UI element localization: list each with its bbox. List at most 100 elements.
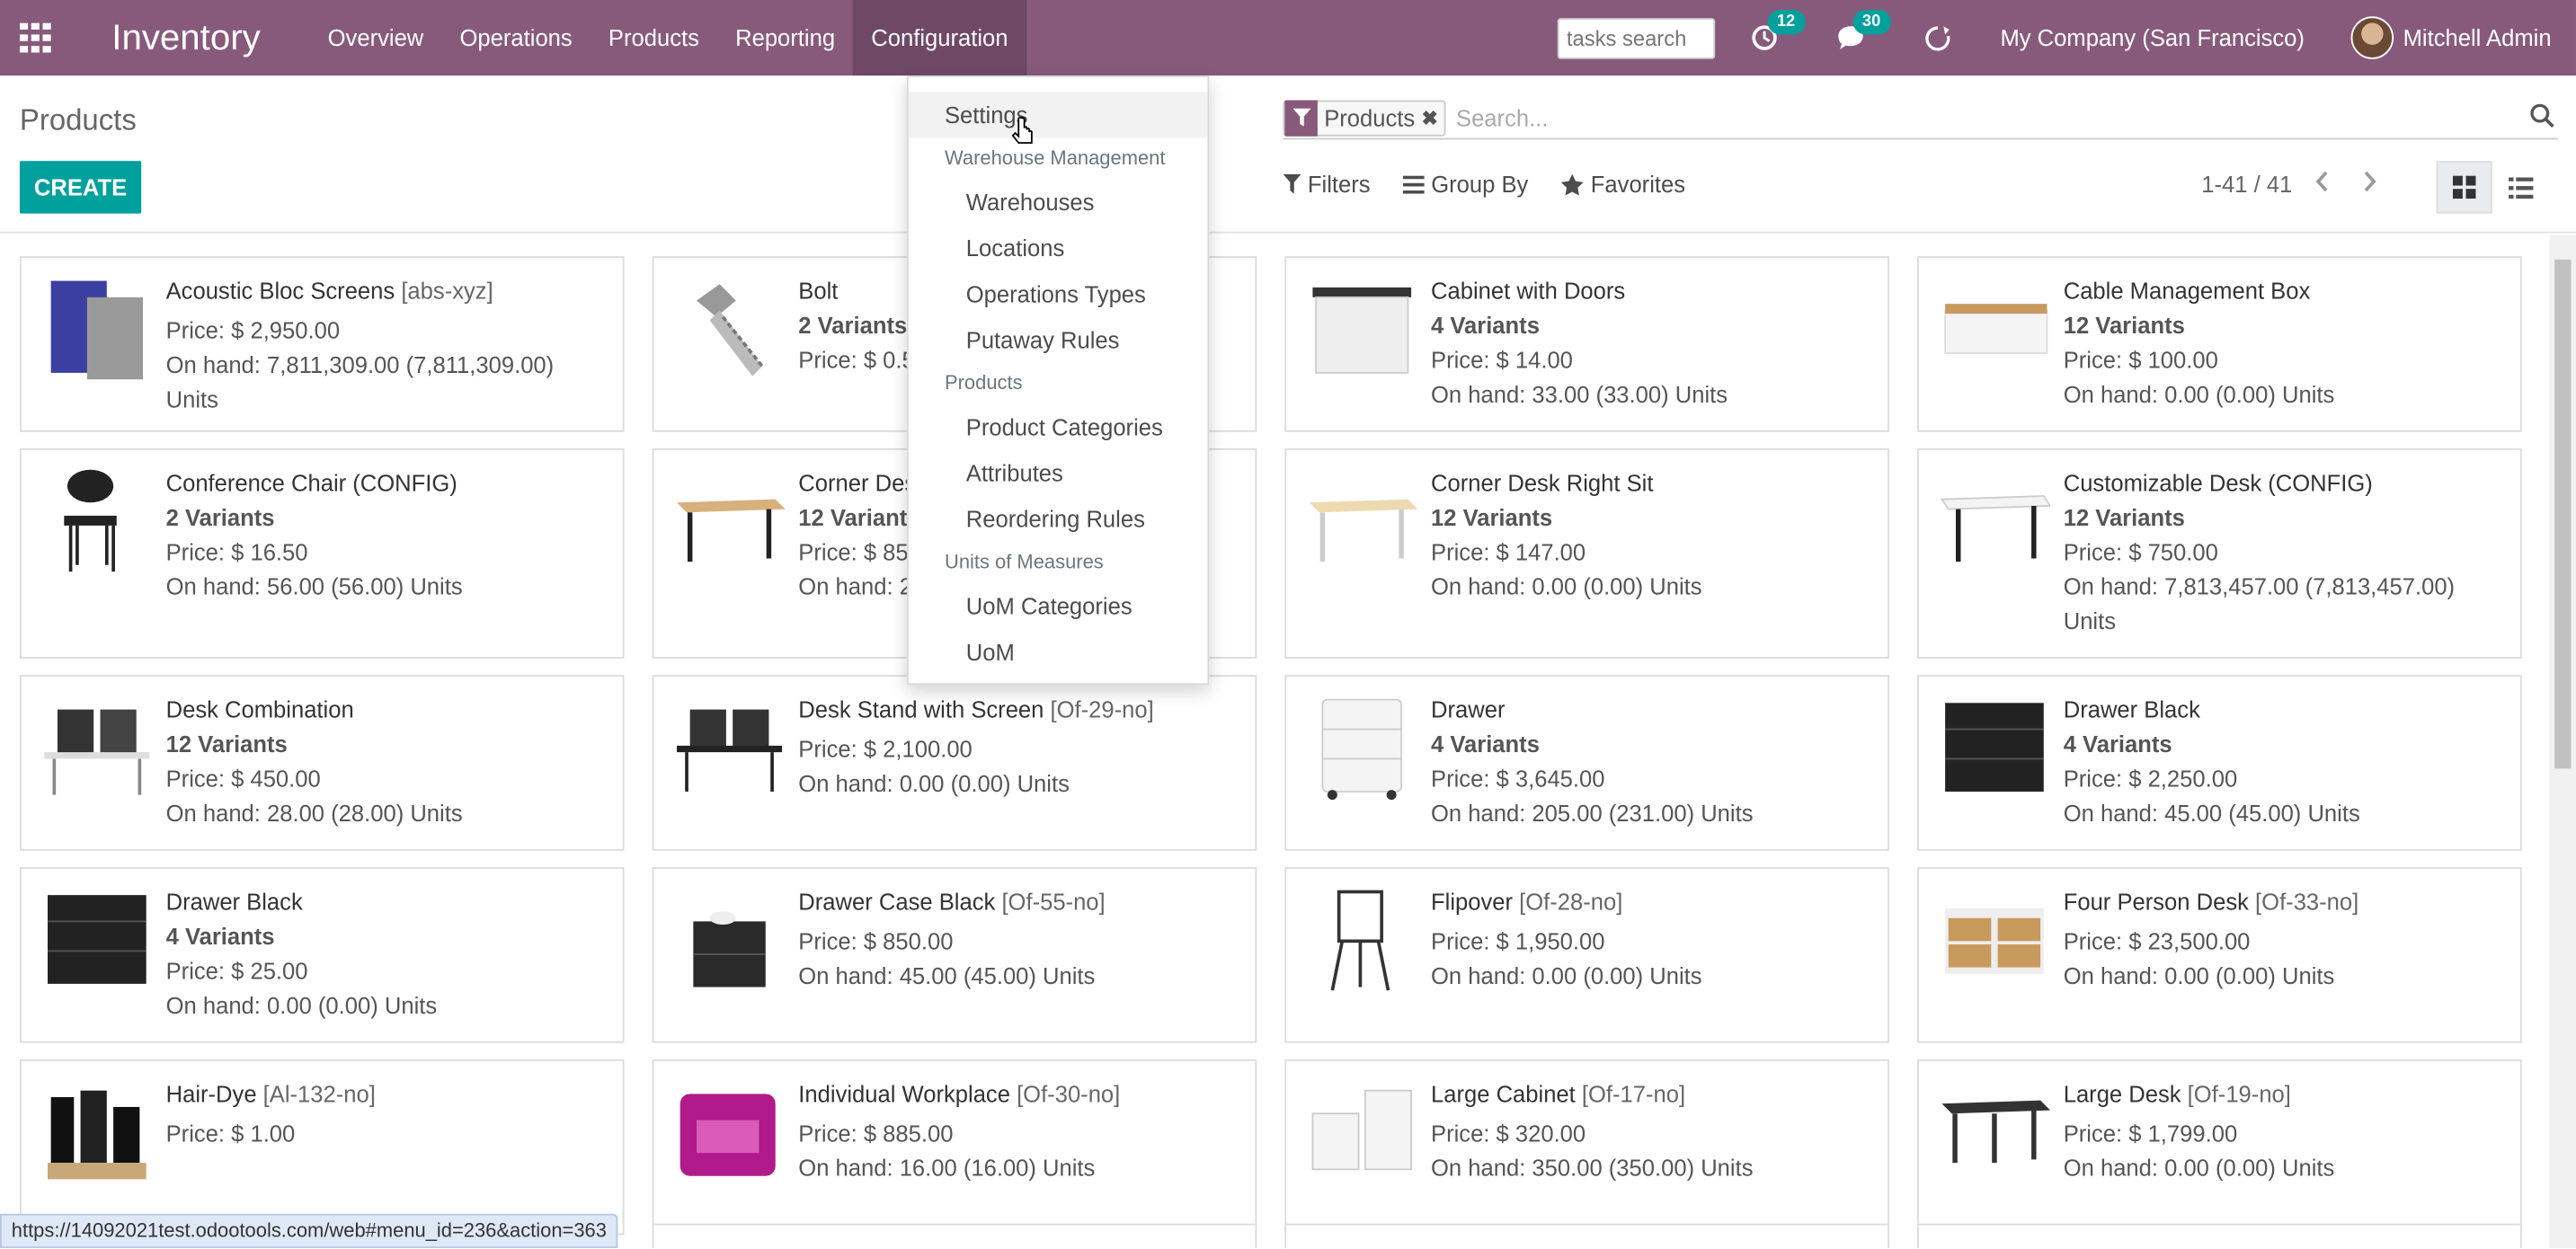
pager-previous-icon[interactable] [2315, 171, 2330, 197]
product-card[interactable]: Flipover [Of-28-no] Price: $ 1,950.00 On h… [1284, 867, 1889, 1043]
product-on-hand: On hand: 45.00 (45.00) Units [798, 962, 1096, 989]
search-facet-products[interactable]: Products ✖ [1283, 99, 1447, 136]
dropdown-header-uom: Units of Measures [944, 550, 1104, 573]
product-card[interactable]: Conference Chair (CONFIG) 2 Variants Price… [19, 447, 625, 659]
product-on-hand: On hand: 7,813,457.00 (7,813,457.00) [2063, 572, 2456, 600]
menu-configuration[interactable]: Configuration [853, 0, 1026, 76]
filters-button[interactable]: Filters [1283, 171, 1371, 197]
menu-products[interactable]: Products [591, 0, 717, 75]
product-variants: 4 Variants [1431, 312, 1540, 339]
product-card[interactable]: Large Desk [Of-19-no] Price: $ 1,799.00 On… [1917, 1059, 2522, 1236]
product-name-line: Drawer Case Black [Of-55-no] [798, 885, 1242, 919]
pager-next-icon[interactable] [2363, 171, 2377, 197]
search-icon[interactable] [2530, 103, 2554, 137]
product-name: Conference Chair (CONFIG) [165, 469, 457, 496]
product-card[interactable]: Drawer Black 4 Variants Price: $ 2,250.00 O… [1917, 675, 2522, 851]
product-image [41, 466, 153, 578]
product-code: [Of-19-no] [2181, 1080, 2291, 1107]
voip-button[interactable] [1923, 24, 1951, 52]
dropdown-item-product-categories[interactable]: Product Categories [909, 404, 1208, 450]
menu-overview[interactable]: Overview [310, 0, 442, 75]
dropdown-header-products: Products [944, 371, 1023, 394]
product-image [1306, 1077, 1417, 1189]
product-name: Large Cabinet [1431, 1080, 1576, 1107]
apps-menu-icon[interactable] [0, 0, 72, 75]
product-name-line: Corner Desk Right Sit [1431, 466, 1875, 500]
product-on-hand: On hand: 45.00 (45.00) Units [2063, 800, 2360, 827]
product-on-hand: Units [165, 385, 218, 412]
facet-label: Products [1324, 104, 1416, 131]
product-card[interactable]: Drawer 4 Variants Price: $ 3,645.00 On hand… [1284, 675, 1889, 851]
kanban-card-partial[interactable] [1284, 1223, 1889, 1249]
dropdown-item-locations[interactable]: Locations [909, 225, 1208, 270]
product-card[interactable]: Customizable Desk (CONFIG) 12 Variants Pri… [1917, 447, 2522, 659]
dropdown-item-settings[interactable]: Settings [908, 92, 1208, 138]
groupby-button[interactable]: Group By [1403, 171, 1528, 197]
dropdown-item-attributes[interactable]: Attributes [909, 450, 1208, 496]
messages-button[interactable]: 30 [1836, 9, 1891, 50]
scrollbar-thumb[interactable] [2554, 259, 2572, 769]
message-count-badge: 30 [1852, 9, 1891, 35]
pager-value[interactable]: 1-41 / 41 [2201, 171, 2292, 197]
menu-reporting[interactable]: Reporting [717, 0, 853, 75]
product-name: Four Person Desk [2063, 888, 2249, 916]
create-button[interactable]: CREATE [19, 161, 142, 214]
product-name-line: Cabinet with Doors [1431, 274, 1875, 308]
filter-icon [1284, 99, 1318, 136]
user-menu[interactable]: Mitchell Admin [2403, 24, 2552, 50]
kanban-card-partial[interactable] [1917, 1223, 2522, 1249]
product-on-hand: On hand: 16.00 (16.00) Units [798, 1154, 1096, 1182]
kanban-card-partial[interactable] [652, 1223, 1257, 1249]
groupby-label: Group By [1431, 171, 1529, 198]
dropdown-item-reordering-rules[interactable]: Reordering Rules [909, 496, 1208, 542]
product-card[interactable]: Drawer Black 4 Variants Price: $ 25.00 On h… [19, 867, 625, 1043]
product-image [1939, 693, 2050, 804]
product-card[interactable]: Acoustic Bloc Screens [abs-xyz] Price: $ … [19, 256, 625, 432]
company-switcher[interactable]: My Company (San Francisco) [2000, 24, 2304, 50]
product-image [1306, 693, 1417, 804]
product-card[interactable]: Cable Management Box 12 Variants Price: $ … [1917, 256, 2522, 432]
product-card[interactable]: Cabinet with Doors 4 Variants Price: $ 14.… [1284, 256, 1889, 432]
product-card[interactable]: Four Person Desk [Of-33-no] Price: $ 23,5… [1917, 867, 2522, 1043]
dropdown-item-uom[interactable]: UoM [909, 629, 1208, 675]
product-card[interactable]: Hair-Dye [Al-132-no] Price: $ 1.00 [19, 1059, 625, 1236]
product-variants: 4 Variants [1431, 731, 1540, 757]
app-name[interactable]: Inventory [111, 16, 260, 59]
product-name: Hair-Dye [165, 1080, 257, 1107]
product-variants: 12 Variants [2063, 504, 2185, 531]
product-price: Price: $ 147.00 [1431, 538, 1586, 565]
facet-remove-icon[interactable]: ✖ [1422, 106, 1445, 129]
product-price: Price: $ 3,645.00 [1431, 765, 1605, 792]
product-image [1306, 274, 1417, 385]
tasks-search-input[interactable] [1556, 17, 1715, 58]
product-card[interactable]: Desk Combination 12 Variants Price: $ 450.… [19, 675, 625, 851]
user-avatar[interactable] [2350, 16, 2394, 59]
menu-operations[interactable]: Operations [441, 0, 590, 75]
breadcrumb: Products [19, 103, 137, 137]
product-image [1306, 466, 1418, 578]
product-price: Price: $ 2,250.00 [2063, 765, 2238, 792]
product-name: Drawer Black [2063, 695, 2200, 723]
dropdown-item-putaway-rules[interactable]: Putaway Rules [909, 317, 1208, 363]
product-card[interactable]: Individual Workplace [Of-30-no] Price: $ … [652, 1059, 1257, 1236]
app-window: Inventory Overview Operations Products R… [0, 0, 2576, 1249]
product-code: [Of-30-no] [1009, 1080, 1121, 1107]
vertical-scrollbar[interactable] [2549, 235, 2576, 1249]
product-name: Desk Combination [165, 695, 354, 723]
list-view-button[interactable] [2492, 161, 2548, 213]
search-input[interactable]: Search... [1456, 104, 1548, 130]
favorites-button[interactable]: Favorites [1561, 171, 1685, 197]
product-card[interactable]: Desk Stand with Screen [Of-29-no] Price: … [652, 675, 1257, 851]
product-on-hand: On hand: 0.00 (0.00) Units [2063, 381, 2335, 408]
star-icon [1561, 173, 1585, 195]
search-bar[interactable]: Products ✖ Search... [1283, 97, 2558, 140]
product-on-hand: On hand: 28.00 (28.00) Units [165, 800, 463, 827]
activity-button[interactable]: 12 [1751, 9, 1806, 50]
kanban-view-button[interactable] [2436, 161, 2492, 214]
dropdown-item-uom-categories[interactable]: UoM Categories [909, 583, 1208, 629]
product-card[interactable]: Drawer Case Black [Of-55-no] Price: $ 850… [652, 867, 1257, 1043]
dropdown-item-warehouses[interactable]: Warehouses [909, 179, 1208, 225]
dropdown-item-operations-types[interactable]: Operations Types [909, 271, 1208, 317]
product-card[interactable]: Large Cabinet [Of-17-no] Price: $ 320.00 O… [1284, 1059, 1889, 1236]
product-card[interactable]: Corner Desk Right Sit 12 Variants Price: $… [1284, 447, 1889, 659]
